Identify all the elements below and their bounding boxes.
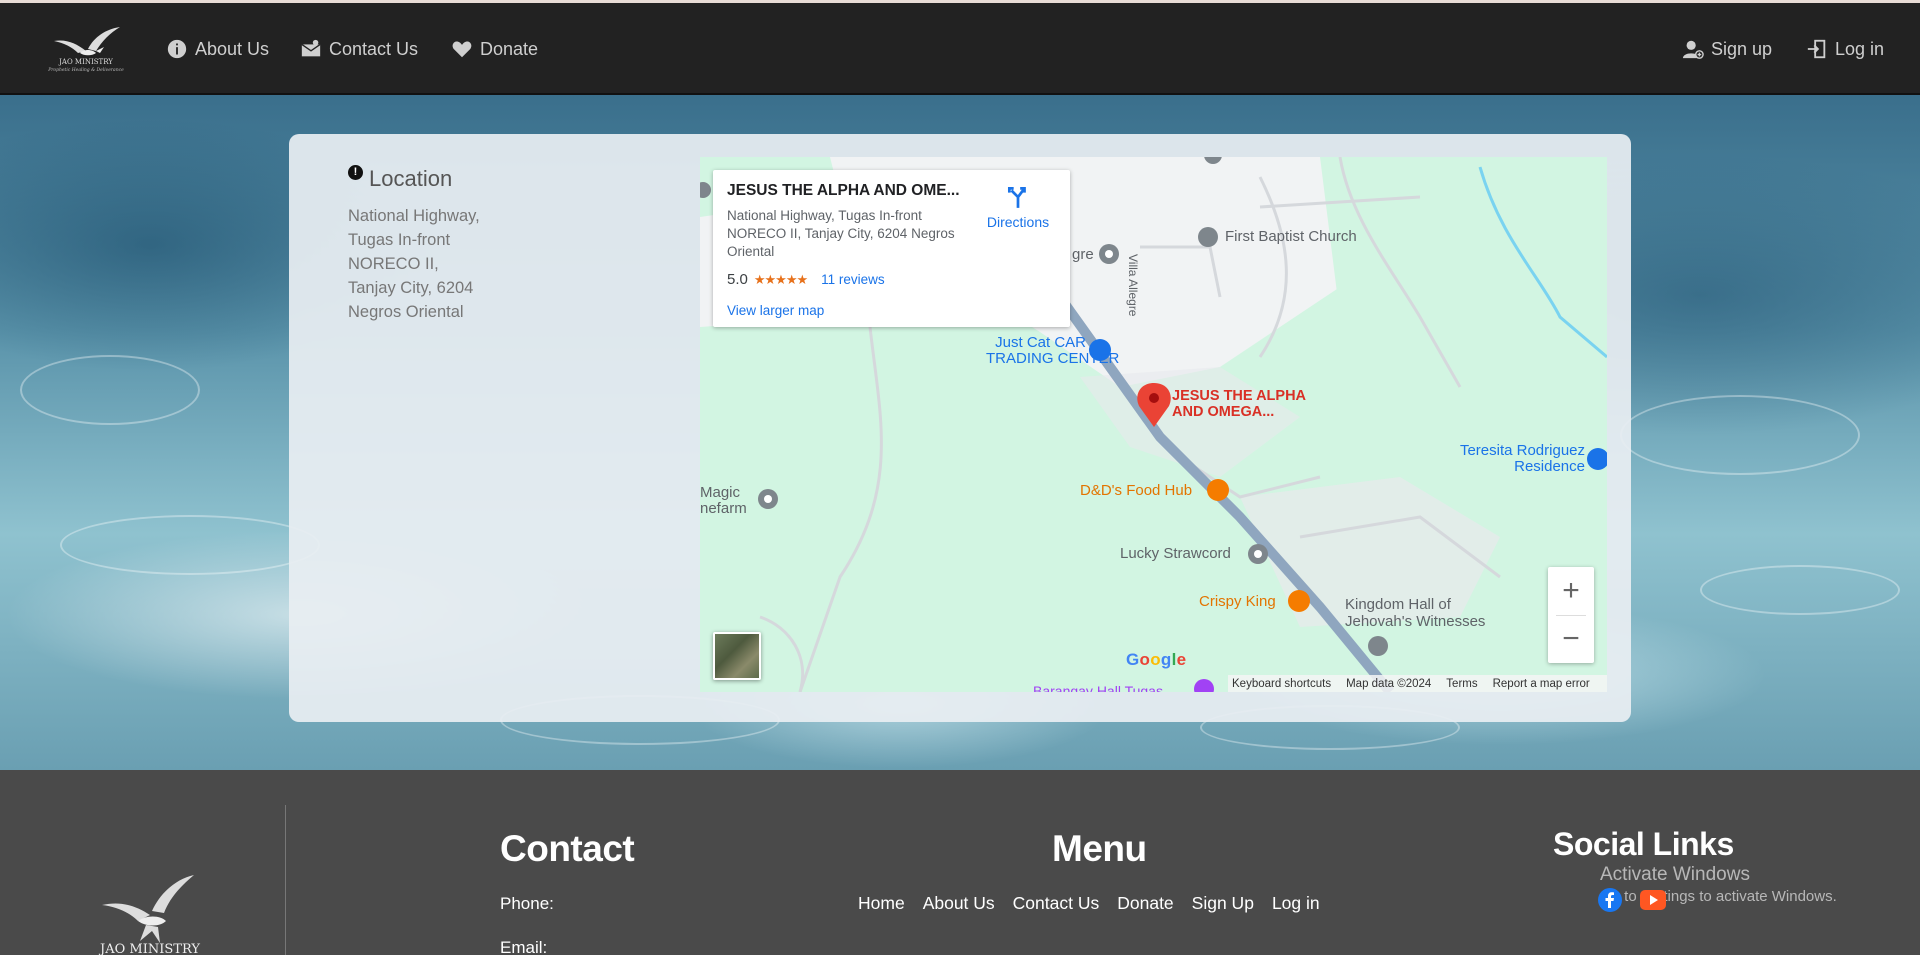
terms-link[interactable]: Terms: [1446, 678, 1477, 690]
footer-menu-about[interactable]: About Us: [923, 893, 995, 914]
nav-contact-label: Contact Us: [329, 38, 419, 59]
facebook-glyph: [1605, 892, 1614, 908]
view-larger-map-link[interactable]: View larger map: [727, 303, 824, 318]
footer-logo: JAO MINISTRY: [90, 865, 220, 955]
map-label-kingdom-line1: Kingdom Hall of: [1345, 596, 1451, 613]
footer-menu-login[interactable]: Log in: [1272, 893, 1320, 914]
directions-icon: [1007, 186, 1026, 208]
footer-menu-signup[interactable]: Sign Up: [1192, 893, 1254, 914]
info-icon: [167, 39, 187, 59]
nav-about-label: About Us: [195, 38, 270, 59]
nav-donate[interactable]: Donate: [451, 33, 538, 65]
activate-windows-subtitle: Go to Settings to activate Windows.: [1600, 888, 1837, 905]
map-label-barangay[interactable]: Barangay Hall Tugas: [1033, 683, 1163, 692]
location-heading-text: Location: [369, 166, 453, 191]
nav-login-label: Log in: [1835, 38, 1885, 59]
water-ripple: [1620, 395, 1860, 475]
login-icon: [1807, 39, 1826, 59]
svg-text:Prophetic Healing & Deliveranc: Prophetic Healing & Deliverance: [47, 67, 124, 73]
eagle-logo-icon: JAO MINISTRY: [98, 875, 200, 955]
navbar: JAO MINISTRY Prophetic Healing & Deliver…: [0, 3, 1920, 95]
map-label-allegre[interactable]: gre: [1072, 246, 1094, 263]
map-label-teresita-line1: Teresita Rodriguez: [1459, 442, 1585, 459]
footer-menu-home[interactable]: Home: [858, 893, 905, 914]
nav-signup-label: Sign up: [1711, 38, 1773, 59]
location-heading: ! Location: [348, 164, 453, 192]
contact-mail-icon: [301, 39, 321, 57]
map-label-just-cat[interactable]: Just Cat CAR TRADING CENTER: [986, 334, 1119, 367]
youtube-glyph: [1650, 895, 1658, 905]
alert-icon: !: [348, 164, 363, 180]
activate-windows-title: Activate Windows: [1600, 864, 1750, 885]
nav-about-us[interactable]: About Us: [166, 33, 269, 65]
water-ripple: [1700, 565, 1900, 615]
map-label-kingdom-line2: Jehovah's Witnesses: [1345, 613, 1486, 630]
map-label-teresita[interactable]: Teresita Rodriguez Residence: [1442, 443, 1585, 475]
water-ripple: [60, 515, 320, 575]
google-map-embed[interactable]: First Baptist Church gre Villa Allegre J…: [700, 157, 1607, 692]
zoom-controls: + −: [1548, 567, 1594, 663]
place-rating: 5.0 ★★★★★ 11 reviews: [727, 271, 885, 288]
heart-icon: [452, 41, 472, 58]
location-address: National Highway, Tugas In-front NORECO …: [348, 207, 480, 321]
footer-contact-heading: Contact: [500, 828, 635, 869]
eagle-logo-icon: JAO MINISTRY Prophetic Healing & Deliver…: [47, 27, 124, 73]
map-label-magic-line2: nefarm: [700, 500, 747, 517]
report-error-link[interactable]: Report a map error: [1493, 678, 1590, 690]
map-attribution-bar: Keyboard shortcuts Map data ©2024 Terms …: [1228, 675, 1607, 692]
place-address: National Highway, Tugas In-front NORECO …: [727, 208, 955, 259]
place-info-card: JESUS THE ALPHA AND OME... National High…: [713, 170, 1070, 327]
zoom-out-button[interactable]: −: [1548, 615, 1594, 663]
google-logo: Google: [1126, 650, 1187, 669]
facebook-icon[interactable]: [1598, 888, 1622, 912]
nav-sign-up[interactable]: Sign up: [1682, 33, 1772, 65]
map-label-magic[interactable]: Magic nefarm: [700, 485, 747, 517]
svg-text:JAO MINISTRY: JAO MINISTRY: [58, 58, 113, 66]
site-logo[interactable]: JAO MINISTRY Prophetic Healing & Deliver…: [36, 23, 136, 75]
footer-social-heading: Social Links: [1553, 826, 1734, 862]
zoom-in-button[interactable]: +: [1548, 567, 1594, 615]
keyboard-shortcuts-link[interactable]: Keyboard shortcuts: [1232, 678, 1331, 690]
footer-email: Email:: [500, 938, 548, 955]
add-user-icon: [1682, 40, 1704, 59]
map-pin-label-line2: AND OMEGA...: [1172, 404, 1275, 420]
zoom-divider: [1556, 615, 1586, 616]
map-label-crispy[interactable]: Crispy King: [1199, 593, 1276, 610]
nav-contact-us[interactable]: Contact Us: [300, 33, 418, 65]
map-pin-label[interactable]: JESUS THE ALPHA AND OMEGA...: [1172, 388, 1306, 420]
place-title: JESUS THE ALPHA AND OME...: [727, 182, 960, 199]
map-label-lucky[interactable]: Lucky Strawcord: [1120, 545, 1231, 562]
map-data-text: Map data ©2024: [1346, 677, 1432, 690]
nav-donate-label: Donate: [480, 38, 539, 59]
rating-stars: ★★★★★: [753, 271, 808, 287]
svg-text:JAO MINISTRY: JAO MINISTRY: [98, 942, 200, 955]
water-ripple: [20, 355, 200, 425]
directions-button[interactable]: Directions: [978, 184, 1058, 230]
map-label-just-cat-line1: Just Cat CAR: [995, 334, 1086, 351]
footer-menu-contact[interactable]: Contact Us: [1013, 893, 1100, 914]
map-label-villa-allegre: Villa Allegre: [1126, 254, 1140, 317]
footer-menu: Home About Us Contact Us Donate Sign Up …: [858, 893, 1320, 914]
footer-menu-heading: Menu: [1052, 828, 1147, 869]
map-label-just-cat-line2: TRADING CENTER: [986, 350, 1120, 367]
youtube-icon[interactable]: [1640, 890, 1666, 910]
footer: JAO MINISTRY Contact Phone: Email: Menu …: [0, 770, 1920, 955]
map-label-dd-food[interactable]: D&D's Food Hub: [1080, 482, 1192, 499]
directions-label: Directions: [986, 214, 1050, 230]
map-label-magic-line1: Magic: [700, 484, 741, 501]
map-pin-label-line1: JESUS THE ALPHA: [1172, 388, 1307, 404]
map-label-first-baptist[interactable]: First Baptist Church: [1225, 228, 1357, 245]
footer-divider: [285, 805, 286, 955]
rating-value: 5.0: [727, 271, 748, 288]
footer-menu-donate[interactable]: Donate: [1117, 893, 1173, 914]
nav-log-in[interactable]: Log in: [1806, 33, 1884, 65]
map-label-kingdom[interactable]: Kingdom Hall of Jehovah's Witnesses: [1345, 596, 1485, 630]
reviews-link[interactable]: 11 reviews: [821, 272, 885, 287]
map-label-teresita-line2: Residence: [1514, 458, 1585, 475]
satellite-toggle[interactable]: [713, 632, 761, 680]
footer-phone: Phone:: [500, 894, 554, 913]
